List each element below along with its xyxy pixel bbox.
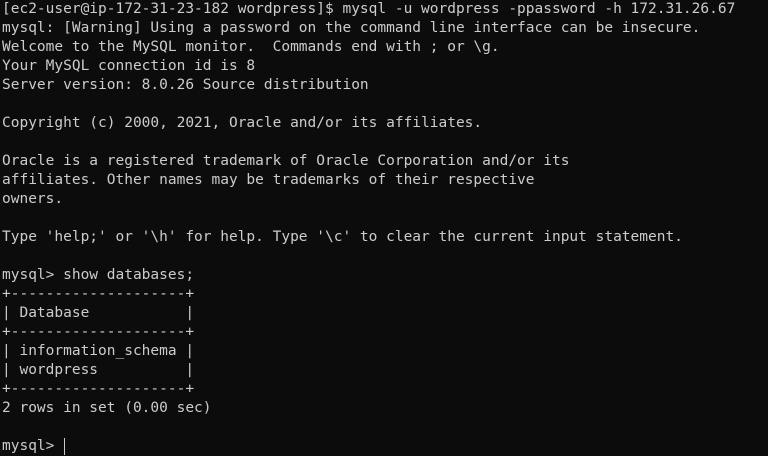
mysql-command-line: mysql> show databases;	[2, 267, 195, 283]
table-row: | information_schema |	[2, 343, 195, 359]
warning-line: mysql: [Warning] Using a password on the…	[2, 20, 701, 36]
help-line: Type 'help;' or '\h' for help. Type '\c'…	[2, 229, 683, 245]
table-border-bottom: +--------------------+	[2, 381, 195, 397]
terminal-window[interactable]: [ec2-user@ip-172-31-23-182 wordpress]$ m…	[0, 0, 768, 456]
prompt-text: mysql>	[2, 438, 64, 454]
table-border-mid: +--------------------+	[2, 324, 195, 340]
welcome-line: Welcome to the MySQL monitor. Commands e…	[2, 39, 500, 55]
result-summary-line: 2 rows in set (0.00 sec)	[2, 400, 212, 416]
text-cursor	[64, 438, 66, 455]
shell-command-line: [ec2-user@ip-172-31-23-182 wordpress]$ m…	[2, 1, 736, 17]
copyright-line: Copyright (c) 2000, 2021, Oracle and/or …	[2, 115, 483, 131]
table-header-row: | Database |	[2, 305, 195, 321]
connection-id-line: Your MySQL connection id is 8	[2, 58, 256, 74]
trademark-line-2: affiliates. Other names may be trademark…	[2, 172, 535, 188]
current-prompt-line[interactable]: mysql>	[2, 437, 768, 456]
table-row: | wordpress |	[2, 362, 195, 378]
server-version-line: Server version: 8.0.26 Source distributi…	[2, 77, 369, 93]
table-border-top: +--------------------+	[2, 286, 195, 302]
trademark-line-1: Oracle is a registered trademark of Orac…	[2, 153, 570, 169]
trademark-line-3: owners.	[2, 191, 64, 207]
